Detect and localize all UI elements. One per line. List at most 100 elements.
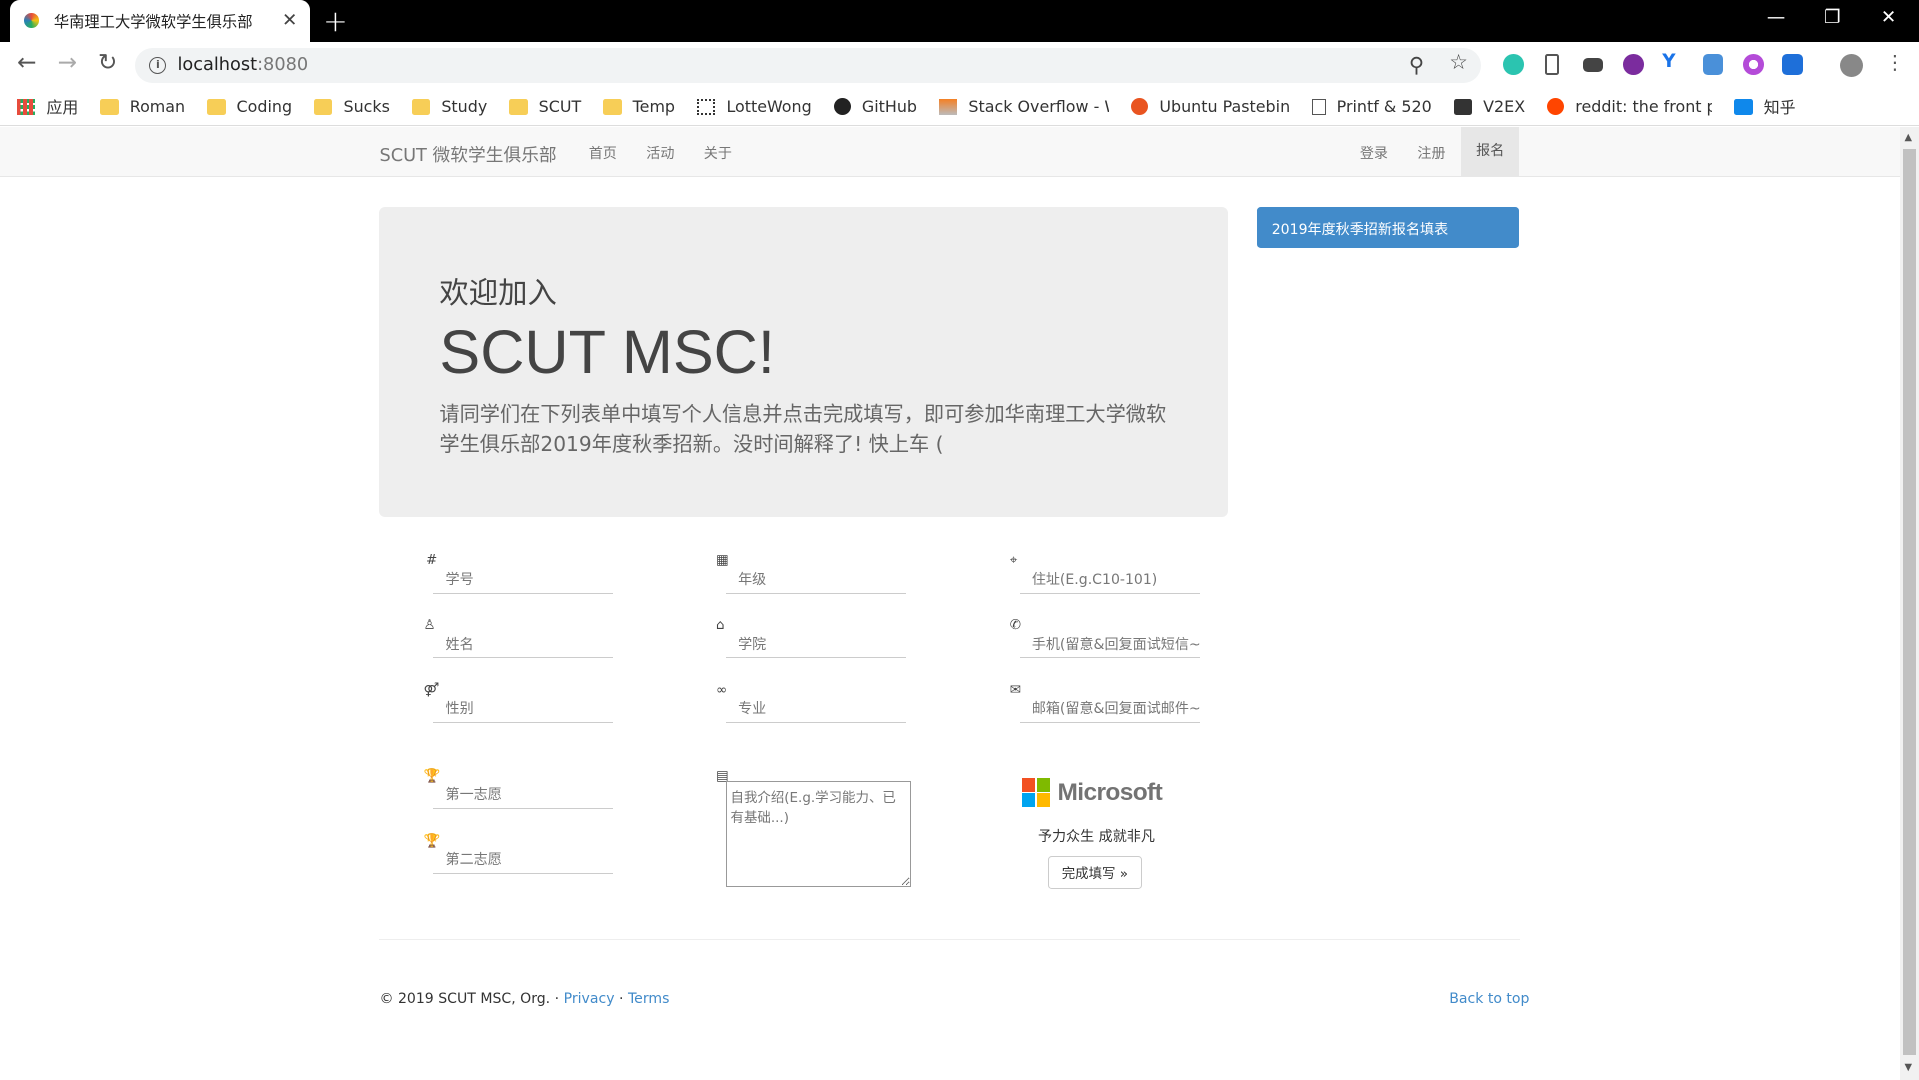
extension-w-icon[interactable] xyxy=(1782,53,1803,75)
bookmark-stackoverflow[interactable]: Stack Overflow - W xyxy=(939,97,1109,116)
graduation-cap-icon: ⌂ xyxy=(716,618,725,634)
back-button[interactable]: ← xyxy=(17,51,36,75)
map-pin-icon: ⌖ xyxy=(1009,553,1018,569)
slogan-text: 予力众生 成就非凡 xyxy=(1037,829,1155,846)
bookmark-github[interactable]: GitHub xyxy=(833,97,917,116)
welcome-text: 欢迎加入 xyxy=(439,276,557,311)
microsoft-logo: Microsoft xyxy=(1022,778,1163,807)
privacy-link[interactable]: Privacy xyxy=(564,991,615,1007)
footer-copyright: © 2019 SCUT MSC, Org. · Privacy · Terms xyxy=(379,991,670,1008)
folder-icon xyxy=(603,98,622,115)
nav-register[interactable]: 注册 xyxy=(1417,143,1445,163)
bookmark-printf[interactable]: Printf & 520 xyxy=(1312,97,1432,116)
college-input[interactable] xyxy=(725,631,906,659)
bookmark-study[interactable]: Study xyxy=(411,97,487,116)
bookmarks-bar: 应用 Roman Coding Sucks Study SCUT Temp Lo… xyxy=(0,88,1919,127)
folder-icon xyxy=(207,98,226,115)
bookmark-sucks[interactable]: Sucks xyxy=(314,97,390,116)
minimize-button[interactable]: — xyxy=(1748,0,1804,42)
first-choice-input[interactable] xyxy=(433,782,614,810)
nav-signup[interactable]: 报名 xyxy=(1461,127,1519,177)
new-tab-button[interactable]: + xyxy=(323,4,348,38)
page-icon xyxy=(1312,98,1326,115)
microsoft-wordmark: Microsoft xyxy=(1057,778,1163,806)
browser-tab[interactable]: 华南理工大学微软学生俱乐部 ✕ xyxy=(9,0,310,42)
student-id-input[interactable] xyxy=(433,566,614,594)
scroll-down-icon[interactable]: ▼ xyxy=(1905,1062,1913,1073)
profile-avatar[interactable] xyxy=(1839,53,1863,78)
lead-text: 请同学们在下列表单中填写个人信息并点击完成填写，即可参加华南理工大学微软学生俱乐… xyxy=(439,402,1167,456)
tab-strip: 华南理工大学微软学生俱乐部 ✕ + — ❐ ✕ xyxy=(0,0,1919,42)
jumbotron: 欢迎加入 SCUT MSC! 请同学们在下列表单中填写个人信息并点击完成填写，即… xyxy=(379,206,1228,517)
scrollbar-thumb[interactable] xyxy=(1903,149,1916,1056)
forward-button[interactable]: → xyxy=(58,51,77,75)
site-brand[interactable]: SCUT 微软学生俱乐部 xyxy=(379,141,556,167)
menu-kebab-icon[interactable]: ⋮ xyxy=(1885,51,1906,74)
zoom-icon[interactable]: ⚲ xyxy=(1409,53,1424,77)
signup-form-button[interactable]: 2019年度秋季招新报名填表 xyxy=(1257,206,1519,249)
site-info-icon[interactable]: i xyxy=(149,56,167,75)
web-page: SCUT 微软学生俱乐部 首页 活动 关于 登录 注册 报名 欢迎加入 SCUT… xyxy=(0,127,1900,1080)
bookmark-zhihu[interactable]: 知乎 xyxy=(1734,95,1796,118)
nav-about[interactable]: 关于 xyxy=(704,143,732,163)
apps-grid-icon xyxy=(17,98,36,115)
headline: SCUT MSC! xyxy=(439,317,775,386)
nav-login[interactable]: 登录 xyxy=(1360,143,1388,163)
bookmark-ubuntu-pastebin[interactable]: Ubuntu Pastebin xyxy=(1131,97,1290,116)
ubuntu-icon xyxy=(1131,98,1149,116)
folder-icon xyxy=(411,98,431,115)
bookmark-star-icon[interactable]: ☆ xyxy=(1449,50,1468,74)
gender-input[interactable] xyxy=(433,696,614,724)
address-input[interactable] xyxy=(1019,566,1200,594)
divider xyxy=(379,938,1521,940)
translate-icon[interactable] xyxy=(1702,53,1724,75)
bookmark-reddit[interactable]: reddit: the front pa xyxy=(1547,97,1712,116)
phone-input[interactable] xyxy=(1019,631,1200,659)
extension-y-icon[interactable]: Y xyxy=(1662,51,1683,72)
email-input[interactable] xyxy=(1019,696,1200,724)
folder-icon xyxy=(100,98,119,115)
microsoft-windows-icon xyxy=(1022,778,1051,807)
folder-icon xyxy=(509,98,528,115)
bookmark-manager-icon[interactable] xyxy=(1544,53,1560,75)
url-text: localhost:8080 xyxy=(177,55,309,76)
intro-textarea[interactable] xyxy=(725,780,911,888)
folder-icon xyxy=(314,98,333,115)
bookmark-coding[interactable]: Coding xyxy=(207,97,292,116)
back-to-top-link[interactable]: Back to top xyxy=(1449,991,1529,1007)
reload-button[interactable]: ↻ xyxy=(98,51,117,75)
close-window-button[interactable]: ✕ xyxy=(1860,0,1916,42)
site-navbar: SCUT 微软学生俱乐部 首页 活动 关于 登录 注册 报名 xyxy=(0,127,1900,178)
zhihu-icon xyxy=(1734,98,1753,115)
bookmark-v2ex[interactable]: V2EX xyxy=(1453,97,1525,116)
site-favicon-icon xyxy=(22,11,42,31)
mail-icon[interactable] xyxy=(1582,57,1604,73)
major-input[interactable] xyxy=(725,696,906,724)
scroll-up-icon[interactable]: ▲ xyxy=(1905,132,1913,143)
second-choice-input[interactable] xyxy=(433,846,614,874)
nav-events[interactable]: 活动 xyxy=(646,143,674,163)
address-bar[interactable]: i localhost:8080 xyxy=(134,47,1482,84)
stackoverflow-icon xyxy=(939,98,958,115)
page-scrollbar[interactable]: ▲ ▼ xyxy=(1899,127,1919,1080)
bookmark-lottewong[interactable]: LotteWong xyxy=(697,97,812,116)
bookmark-roman[interactable]: Roman xyxy=(100,97,185,116)
qr-icon xyxy=(697,98,716,115)
extension-target-icon[interactable] xyxy=(1742,53,1764,75)
v2ex-icon xyxy=(1453,98,1473,115)
tab-title: 华南理工大学微软学生俱乐部 xyxy=(53,12,253,31)
bookmark-scut[interactable]: SCUT xyxy=(509,97,581,116)
reddit-icon xyxy=(1547,98,1565,116)
tab-close-icon[interactable]: ✕ xyxy=(282,10,297,31)
nav-home[interactable]: 首页 xyxy=(589,143,617,163)
terms-link[interactable]: Terms xyxy=(628,991,669,1007)
submit-button[interactable]: 完成填写 » xyxy=(1047,855,1142,889)
extension-m-icon[interactable] xyxy=(1503,53,1524,75)
extension-circle-icon[interactable] xyxy=(1623,53,1644,75)
grade-input[interactable] xyxy=(725,566,906,594)
maximize-button[interactable]: ❐ xyxy=(1804,0,1860,42)
name-input[interactable] xyxy=(433,631,614,659)
bookmark-temp[interactable]: Temp xyxy=(603,97,675,116)
github-icon xyxy=(833,98,851,116)
bookmark-apps[interactable]: 应用 xyxy=(17,95,78,118)
